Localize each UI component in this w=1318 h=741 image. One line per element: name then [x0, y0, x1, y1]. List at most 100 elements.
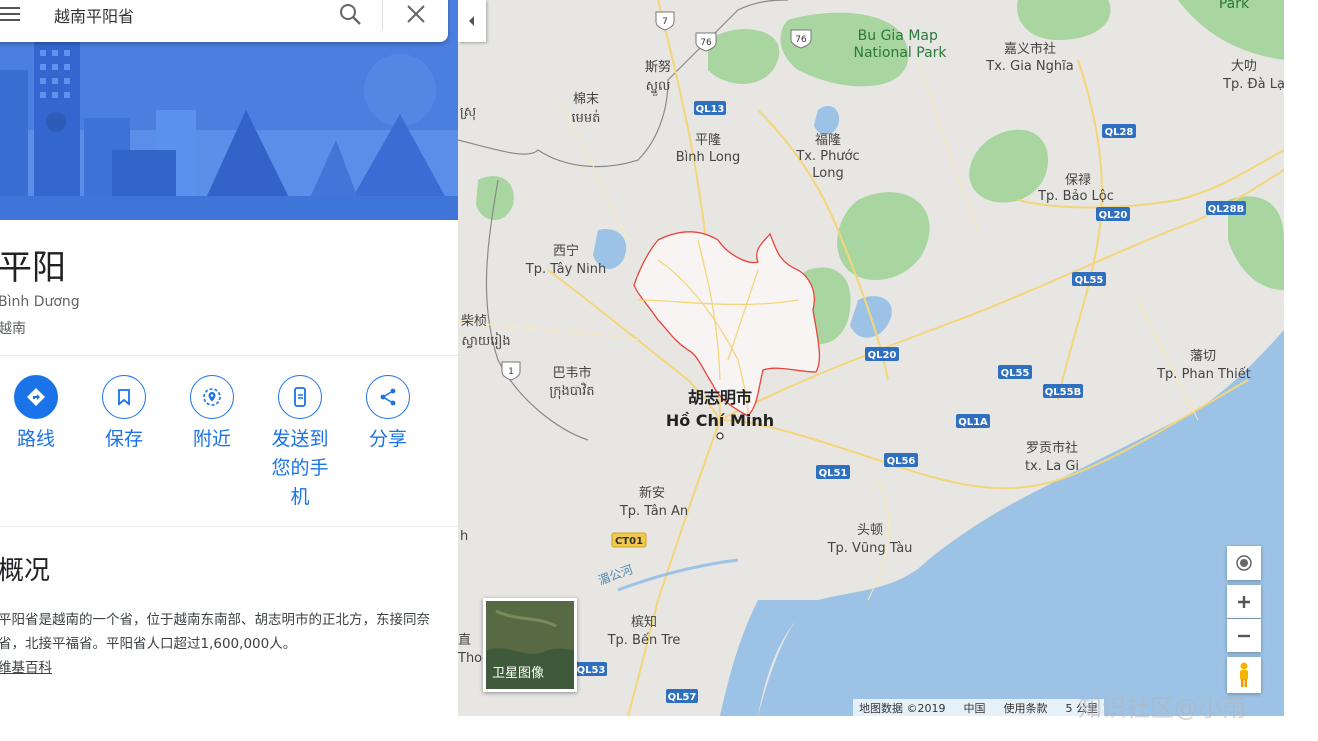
park-label: Park [1219, 0, 1250, 12]
city-label: 新安 [639, 485, 665, 501]
city-label: Tp. Phan Thiết [1156, 367, 1251, 382]
wikipedia-link[interactable]: 维基百科 [0, 656, 52, 676]
directions-icon [14, 375, 58, 419]
road-shield: QL20 [1099, 210, 1128, 221]
city-label: 巴韦市 [552, 365, 591, 381]
city-label: h [460, 529, 468, 544]
park-label: Bu Gia Map National Park [853, 28, 947, 61]
city-label: Tp. Tân An [619, 504, 688, 519]
road-shield: 7 [662, 17, 668, 27]
search-icon[interactable] [338, 2, 362, 26]
search-divider [382, 0, 383, 30]
share-icon [366, 375, 410, 419]
road-shield: QL51 [819, 468, 848, 479]
directions-button[interactable]: 路线 [6, 375, 66, 454]
road-shield: QL57 [668, 692, 697, 703]
city-label: 柴桢 [461, 314, 487, 329]
city-label: tx. La Gi [1025, 459, 1079, 474]
minus-icon [1238, 634, 1250, 637]
bookmark-icon [102, 375, 146, 419]
road-shield: QL20 [868, 350, 897, 361]
my-location-button[interactable] [1227, 546, 1261, 580]
chevron-left-icon [469, 16, 474, 26]
share-label: 分享 [368, 428, 407, 450]
city-label: ស្វាយរៀង [461, 332, 510, 350]
city-label: Tp. Đà Lạ [1222, 77, 1284, 92]
place-local-name: Bình Dương [0, 294, 80, 310]
overview-title: 概况 [0, 556, 51, 586]
satellite-toggle[interactable]: 卫星图像 [483, 598, 577, 692]
city-label: 平隆 [695, 133, 721, 148]
nearby-button[interactable]: 附近 [182, 375, 242, 454]
road-shield: QL1A [958, 417, 988, 428]
overview-text: 平阳省是越南的一个省，位于越南东南部、胡志明市的正北方，东接同奈省，北接平福省。… [0, 612, 430, 652]
city-label: Hồ Chí Minh [666, 411, 774, 430]
road-shield: QL53 [577, 665, 606, 676]
road-shield: 76 [795, 35, 807, 45]
city-label: ស្រុ [460, 105, 476, 121]
road-shield: QL55 [1001, 368, 1030, 379]
region-link[interactable]: 中国 [964, 700, 986, 716]
city-label: Bình Long [676, 150, 741, 165]
send-to-phone-button[interactable]: 发送到 您的手 机 [270, 375, 330, 512]
city-label: Tp. Tây Ninh [525, 262, 607, 277]
road-shield: QL55B [1045, 387, 1081, 398]
save-label: 保存 [104, 428, 143, 450]
city-label: 棉末 [573, 92, 599, 107]
city-label: 头顿 [857, 523, 883, 538]
map-canvas[interactable]: QL13 QL28 QL20 QL28B QL55 QL20 QL55 QL55… [458, 0, 1284, 716]
nearby-label: 附近 [192, 428, 231, 450]
search-input[interactable] [52, 2, 312, 28]
map-data-attribution: 地图数据 ©2019 [859, 701, 946, 715]
city-label: 直 [458, 633, 471, 648]
city-label: Tho [458, 651, 482, 666]
place-panel: 平阳 Bình Dương 越南 路线 保存 附近 发送到 您的手 机 分享 概… [0, 0, 458, 716]
close-icon[interactable] [404, 2, 428, 26]
city-label: 嘉义市社 [1004, 41, 1056, 57]
road-shield: QL56 [887, 456, 916, 467]
city-label: 斯努 [645, 60, 671, 75]
watermark: 知识社区@小雨 [1078, 694, 1246, 722]
road-shield: CT01 [615, 536, 643, 547]
divider [0, 526, 458, 527]
zoom-out-button[interactable] [1227, 619, 1261, 652]
terms-link[interactable]: 使用条款 [1004, 700, 1048, 716]
city-label: 福隆 [815, 133, 841, 148]
city-label: Tx. Gia Nghĩa [985, 59, 1073, 74]
zoom-in-button[interactable] [1227, 585, 1261, 618]
city-label: 罗贡市社 [1026, 440, 1078, 456]
road-shield: 76 [700, 38, 712, 48]
plus-icon [1238, 595, 1250, 608]
city-label: ស្នួល [646, 79, 671, 96]
city-label: ក្រុងបាវិត [549, 382, 594, 400]
collapse-panel-button[interactable] [458, 0, 486, 42]
divider [0, 355, 458, 356]
city-label: Tp. Bảo Lộc [1037, 189, 1114, 204]
map-attribution: 地图数据 ©2019 中国 使用条款 5 公里 [853, 699, 1104, 716]
map-graphic: QL13 QL28 QL20 QL28B QL55 QL20 QL55 QL55… [458, 0, 1284, 716]
menu-icon[interactable] [0, 4, 20, 22]
directions-label: 路线 [16, 428, 55, 450]
share-button[interactable]: 分享 [358, 375, 418, 454]
satellite-label: 卫星图像 [492, 666, 545, 681]
phone-icon [278, 375, 322, 419]
road-shield: QL28 [1105, 127, 1134, 138]
city-label: Tp. Bến Tre [607, 633, 681, 648]
city-label: 槟知 [631, 614, 657, 630]
pegman-icon [1240, 662, 1248, 687]
road-shield: 1 [508, 367, 514, 377]
nearby-icon [190, 375, 234, 419]
city-label: 西宁 [553, 243, 579, 259]
city-label: 保禄 [1065, 173, 1091, 188]
city-label: មេមត់ [572, 109, 601, 126]
road-shield: QL55 [1075, 275, 1104, 286]
road-shield: QL28B [1208, 204, 1244, 215]
city-label: Tp. Vũng Tàu [827, 541, 913, 556]
save-button[interactable]: 保存 [94, 375, 154, 454]
city-label: 大叻 [1231, 59, 1257, 74]
place-country: 越南 [0, 321, 26, 337]
city-label: 胡志明市 [688, 388, 752, 407]
place-title: 平阳 [0, 248, 66, 288]
search-bar [0, 0, 448, 42]
road-shield: QL13 [696, 104, 725, 115]
